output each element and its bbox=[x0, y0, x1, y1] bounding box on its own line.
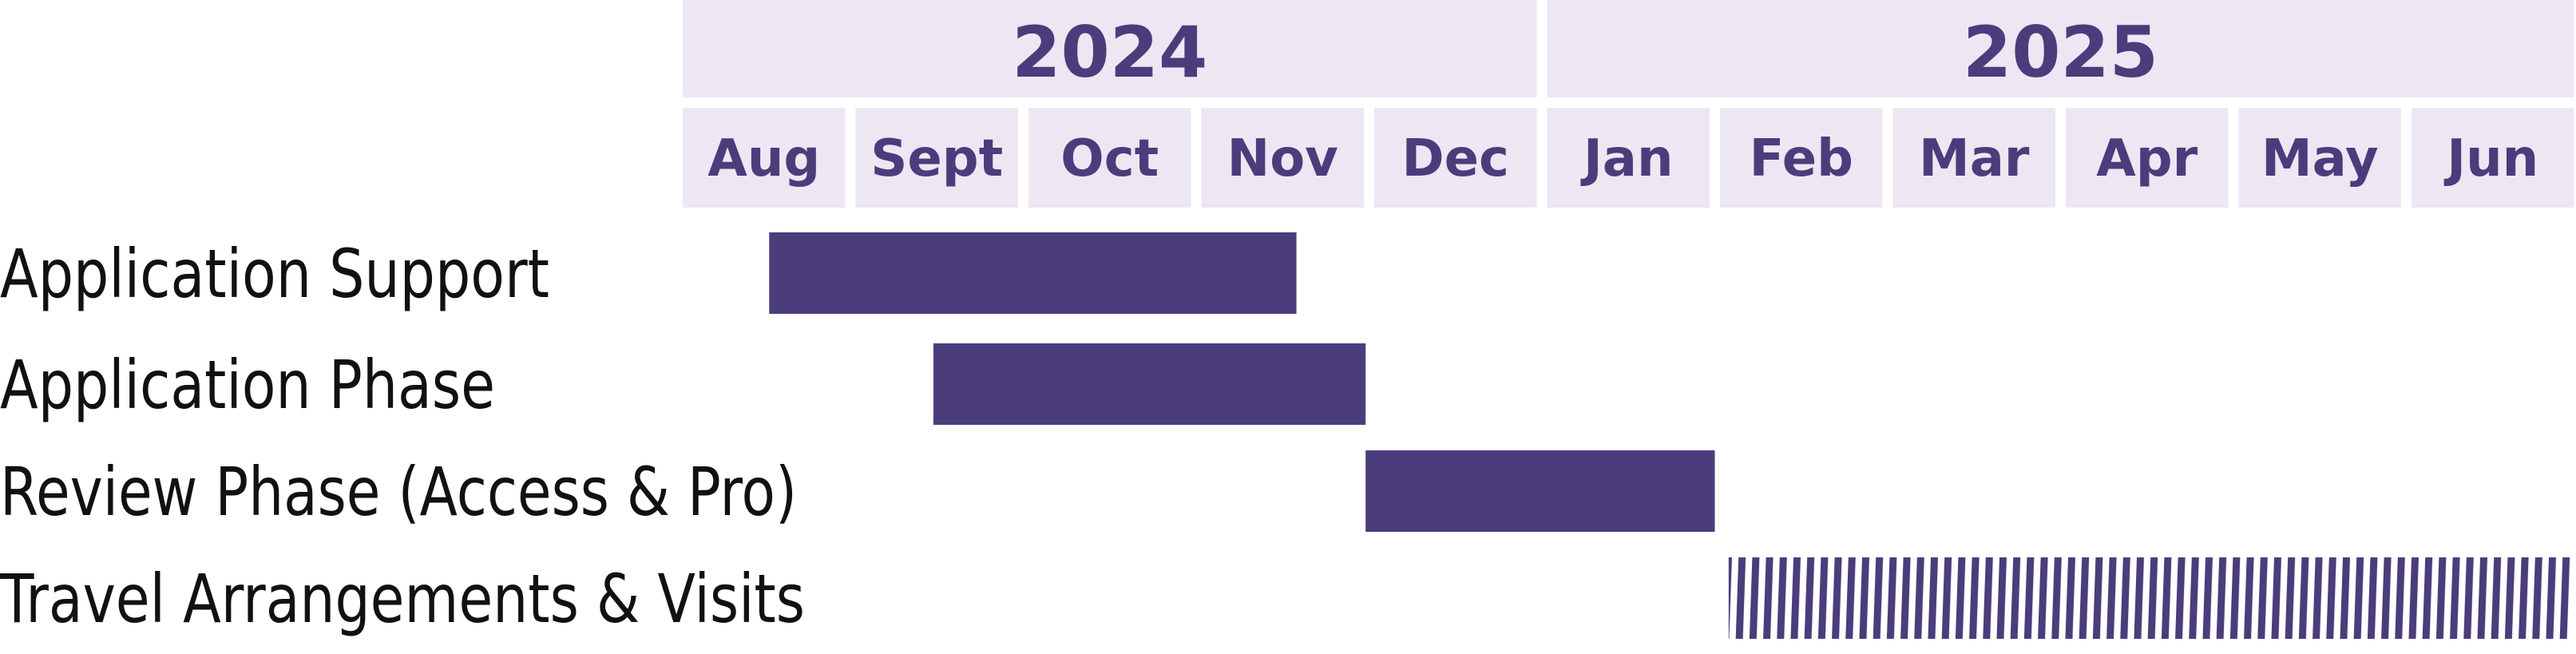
task-label: Review Phase (Access & Pro) bbox=[0, 453, 797, 531]
month-header-row: Aug Sept Oct Nov Dec Jan Feb Mar Apr May Jun bbox=[683, 108, 2574, 208]
month-label: May bbox=[2261, 129, 2379, 188]
month-label: Jan bbox=[1580, 129, 1674, 188]
year-header-row: 2024 2025 bbox=[683, 0, 2574, 97]
month-label: Dec bbox=[1402, 129, 1509, 188]
month-label: Nov bbox=[1227, 129, 1338, 188]
month-label: Feb bbox=[1750, 129, 1853, 188]
month-label: Mar bbox=[1919, 129, 2030, 188]
task-row: Application Phase bbox=[0, 343, 1366, 425]
gantt-chart: 2024 2025 Aug Sept Oct Nov Dec Jan Feb Mar Apr May… bbox=[0, 0, 2574, 639]
task-rows: Application Support Application Phase Revi… bbox=[0, 232, 2572, 639]
task-row: Travel Arrangements & Visits bbox=[0, 557, 2572, 639]
task-bar bbox=[769, 232, 1297, 314]
task-row: Review Phase (Access & Pro) bbox=[0, 450, 1715, 532]
task-label: Application Phase bbox=[0, 346, 495, 424]
month-label: Oct bbox=[1060, 129, 1159, 188]
task-label: Application Support bbox=[0, 235, 549, 313]
task-bar-striped bbox=[1728, 557, 2572, 639]
month-label: Apr bbox=[2096, 129, 2198, 188]
task-label: Travel Arrangements & Visits bbox=[0, 560, 805, 638]
month-label: Aug bbox=[707, 129, 820, 188]
task-row: Application Support bbox=[0, 232, 1297, 314]
year-label: 2025 bbox=[1963, 11, 2158, 93]
year-label: 2024 bbox=[1012, 11, 1207, 93]
task-bar bbox=[933, 343, 1366, 425]
task-bar bbox=[1365, 450, 1715, 532]
month-label: Sept bbox=[870, 129, 1003, 188]
month-label: Jun bbox=[2443, 129, 2538, 188]
